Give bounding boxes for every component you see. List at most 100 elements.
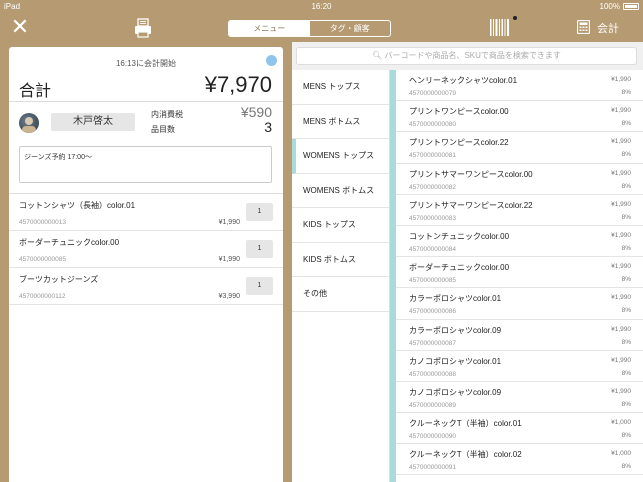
product-price: ¥1,000 [611, 450, 631, 458]
product-row[interactable]: カラーポロシャツcolor.01 4570000000086 ¥1,990 8% [396, 288, 643, 320]
status-bar: iPad 16:20 100% [0, 0, 643, 13]
product-sku: 4570000000089 [409, 401, 456, 409]
product-price: ¥1,990 [611, 325, 631, 333]
cart-item-price: ¥1,990 [218, 256, 240, 263]
product-tax-rate: 8% [621, 213, 631, 221]
quantity-button[interactable]: 1 [246, 240, 273, 258]
tax-label: 内消費税 [151, 110, 183, 119]
product-name: カノコポロシャツcolor.01 [409, 356, 502, 366]
close-icon[interactable]: ✕ [10, 16, 30, 38]
product-list: ヘンリーネックシャツcolor.01 4570000000079 ¥1,990 … [396, 70, 643, 482]
product-sku: 4570000000085 [409, 277, 456, 285]
product-tax-rate: 8% [621, 338, 631, 346]
category-item[interactable]: KIDS トップス [292, 208, 389, 243]
cart-item-price: ¥1,990 [218, 219, 240, 226]
total-label: 合計 [19, 83, 52, 100]
product-sku: 4570000000088 [409, 370, 456, 378]
category-item-selected[interactable]: WOMENS トップス [292, 139, 389, 174]
clock: 16:20 [311, 2, 332, 11]
product-sku: 4570000000087 [409, 339, 456, 347]
battery-icon [623, 3, 639, 10]
product-price: ¥1,000 [611, 419, 631, 427]
menu-segment-control: メニュー タグ・顧客 [228, 20, 391, 37]
product-name: ヘンリーネックシャツcolor.01 [409, 76, 518, 85]
category-item[interactable]: KIDS ボトムス [292, 243, 389, 277]
memo-field[interactable]: ジーンズ予約 17:00〜 [19, 146, 272, 183]
product-row[interactable]: プリントサマーワンピースcolor.22 4570000000083 ¥1,99… [396, 195, 643, 226]
product-tax-rate: 8% [621, 244, 631, 252]
product-tax-rate: 8% [621, 182, 631, 190]
cart-item-row[interactable]: ボーダーチュニックcolor.00 4570000000085 ¥1,990 1 [9, 231, 283, 268]
customer-avatar[interactable] [19, 113, 39, 133]
calculator-icon[interactable] [577, 20, 590, 34]
barcode-icon[interactable] [489, 18, 511, 37]
total-value: ¥7,970 [204, 72, 272, 97]
product-row[interactable]: コットンチュニックcolor.00 4570000000084 ¥1,990 8… [396, 226, 643, 258]
product-row[interactable]: プリントワンピースcolor.00 4570000000080 ¥1,990 8… [396, 101, 643, 133]
customer-name-field[interactable]: 木戸啓太 [51, 113, 135, 131]
product-tax-rate: 8% [621, 369, 631, 377]
cart-item-name: コットンシャツ（長袖）color.01 [19, 201, 136, 210]
product-row[interactable]: カラーポロシャツcolor.09 4570000000087 ¥1,990 8% [396, 320, 643, 351]
product-tax-rate: 8% [621, 89, 631, 96]
product-row[interactable]: ヘンリーネックシャツcolor.01 4570000000079 ¥1,990 … [396, 70, 643, 102]
product-price: ¥1,990 [611, 107, 631, 115]
product-name: カラーポロシャツcolor.09 [409, 325, 502, 335]
battery-percent: 100% [599, 2, 620, 11]
search-input[interactable]: 🔍︎ バーコードや商品名、SKUで商品を検索できます [296, 47, 637, 65]
tab-tags-customers[interactable]: タグ・顧客 [310, 21, 391, 36]
product-row[interactable]: プリントサマーワンピースcolor.00 4570000000082 ¥1,99… [396, 164, 643, 195]
checkout-start-time: 16:13に会計開始 [115, 59, 177, 68]
product-sku: 4570000000090 [409, 433, 456, 441]
product-name: プリントワンピースcolor.00 [409, 107, 509, 117]
cart-item-sku: 4570000000112 [19, 293, 66, 300]
status-dot [266, 55, 277, 66]
battery-status: 100% [600, 2, 639, 11]
product-name: コットンチュニックcolor.00 [409, 231, 510, 241]
cart-item-sku: 4570000000013 [19, 219, 66, 226]
product-tax-rate: 8% [621, 120, 631, 128]
product-price: ¥1,990 [611, 169, 631, 177]
search-icon: 🔍︎ [372, 51, 383, 60]
cart-item-row[interactable]: ブーツカットジーンズ 4570000000112 ¥3,990 1 [9, 268, 283, 305]
product-price: ¥1,990 [611, 387, 631, 395]
category-item[interactable]: WOMENS ボトムス [292, 174, 389, 208]
product-price: ¥1,990 [611, 263, 631, 271]
cart-item-row[interactable]: コットンシャツ（長袖）color.01 4570000000013 ¥1,990… [9, 194, 283, 231]
quantity-button[interactable]: 1 [246, 203, 273, 221]
product-sku: 4570000000079 [409, 90, 456, 97]
cart-item-list: コットンシャツ（長袖）color.01 4570000000013 ¥1,990… [9, 194, 283, 305]
product-sku: 4570000000080 [409, 121, 456, 129]
product-sku: 4570000000083 [409, 214, 456, 222]
product-tax-rate: 8% [621, 432, 631, 440]
product-row[interactable]: カノコポロシャツcolor.01 4570000000088 ¥1,990 8% [396, 351, 643, 382]
product-row[interactable]: プリントワンピースcolor.22 4570000000081 ¥1,990 8… [396, 132, 643, 164]
product-price: ¥1,990 [611, 76, 631, 83]
product-price: ¥1,990 [611, 294, 631, 302]
category-item[interactable]: その他 [292, 277, 389, 312]
category-list: MENS トップス MENS ボトムス WOMENS トップス WOMENS ボ… [292, 70, 390, 482]
product-row[interactable]: カノコポロシャツcolor.09 4570000000089 ¥1,990 8% [396, 382, 643, 414]
product-row[interactable]: ボーダーチュニックcolor.00 4570000000085 ¥1,990 8… [396, 257, 643, 289]
product-row[interactable]: クルーネックT（半袖）color.01 4570000000090 ¥1,000… [396, 413, 643, 445]
product-sku: 4570000000086 [409, 308, 456, 316]
product-price: ¥1,990 [611, 231, 631, 239]
scanner-status-dot [513, 16, 517, 20]
product-tax-rate: 8% [621, 307, 631, 315]
quantity-button[interactable]: 1 [246, 277, 273, 295]
product-price: ¥1,990 [611, 138, 631, 146]
product-name: クルーネックT（半袖）color.02 [409, 450, 522, 460]
nav-bar: ✕ メニュー タグ・顧客 会計 [0, 13, 643, 42]
printer-icon[interactable] [133, 18, 153, 38]
product-tax-rate: 8% [621, 400, 631, 408]
cart-item-sku: 4570000000085 [19, 256, 66, 263]
cart-item-name: ブーツカットジーンズ [19, 275, 99, 284]
product-name: クルーネックT（半袖）color.01 [409, 419, 522, 429]
category-item[interactable]: MENS ボトムス [292, 105, 389, 139]
checkout-button[interactable]: 会計 [597, 20, 619, 36]
tab-menu[interactable]: メニュー [229, 21, 310, 36]
product-row[interactable]: クルーネックT（半袖）color.02 4570000000091 ¥1,000… [396, 444, 643, 476]
cart-item-name: ボーダーチュニックcolor.00 [19, 238, 120, 247]
product-name: プリントワンピースcolor.22 [409, 138, 509, 148]
category-item[interactable]: MENS トップス [292, 70, 389, 105]
